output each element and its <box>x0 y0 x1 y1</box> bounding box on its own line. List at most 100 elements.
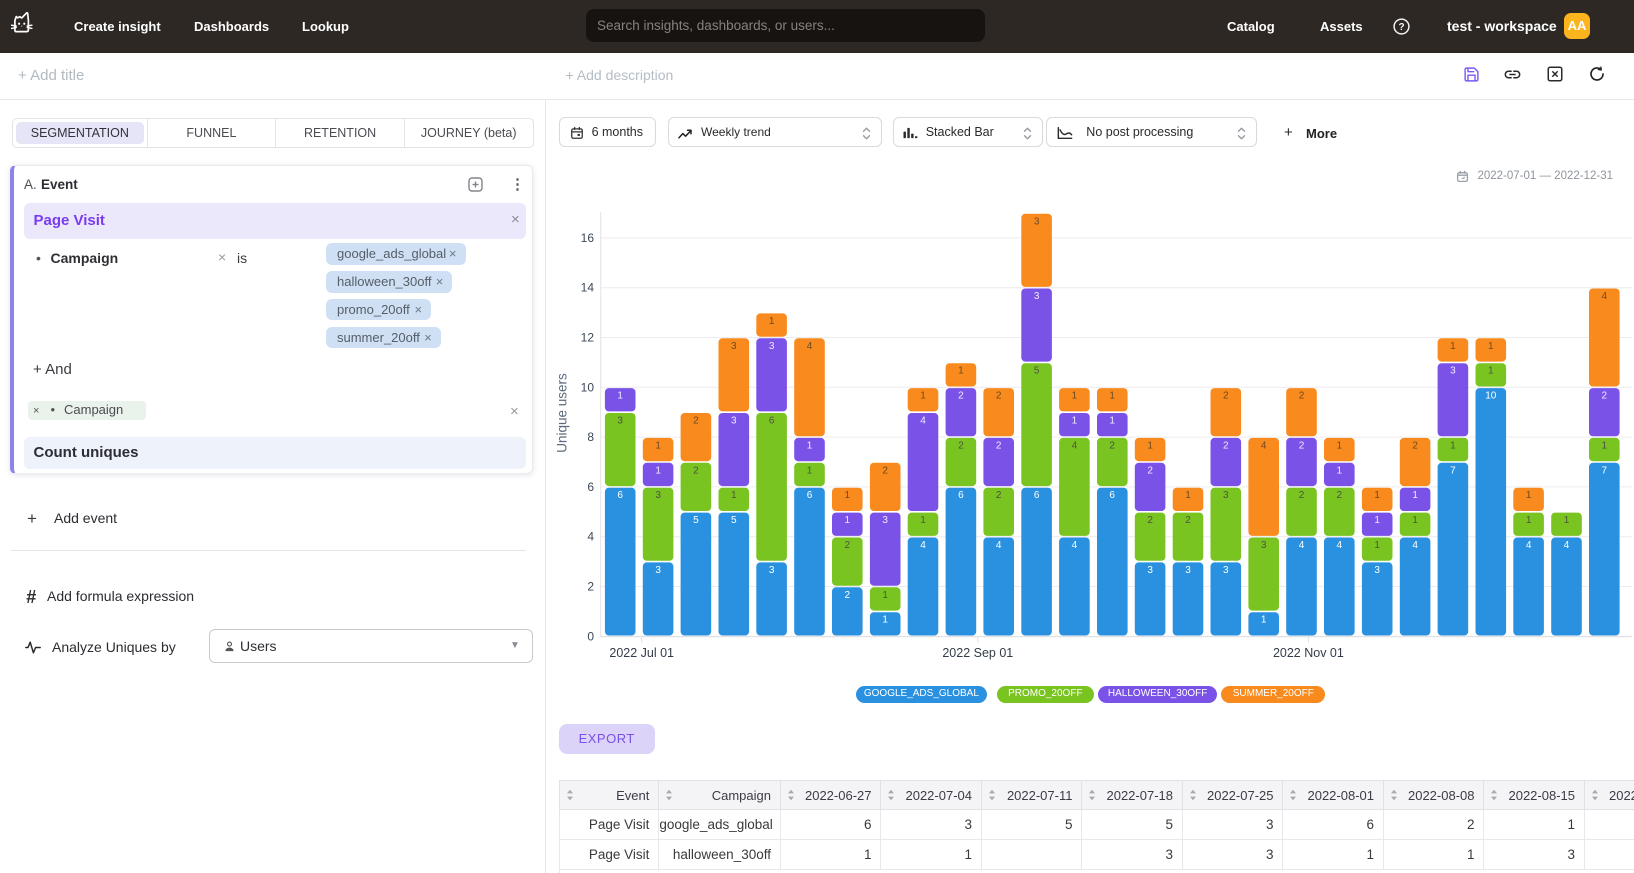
svg-text:1: 1 <box>1526 490 1532 501</box>
svg-text:1: 1 <box>1072 416 1078 427</box>
svg-text:1: 1 <box>1374 540 1380 551</box>
svg-text:10: 10 <box>581 380 595 394</box>
svg-text:6: 6 <box>587 480 594 494</box>
svg-text:?: ? <box>1398 22 1404 33</box>
svg-text:2: 2 <box>1299 440 1305 451</box>
svg-text:Unique users: Unique users <box>555 373 570 453</box>
svg-text:1: 1 <box>655 440 661 451</box>
svg-text:3: 3 <box>1034 291 1040 302</box>
svg-text:2: 2 <box>1337 490 1343 501</box>
svg-text:4: 4 <box>1072 440 1078 451</box>
svg-text:1: 1 <box>1185 490 1191 501</box>
svg-text:3: 3 <box>1223 490 1229 501</box>
svg-text:5: 5 <box>1034 366 1040 377</box>
svg-text:1: 1 <box>1337 465 1343 476</box>
svg-text:2: 2 <box>1602 391 1608 402</box>
svg-text:2: 2 <box>1412 440 1418 451</box>
svg-text:3: 3 <box>731 416 737 427</box>
svg-text:3: 3 <box>655 565 661 576</box>
svg-text:7: 7 <box>1450 465 1456 476</box>
svg-text:1: 1 <box>882 590 888 601</box>
svg-text:2: 2 <box>1223 440 1229 451</box>
svg-text:4: 4 <box>1072 540 1078 551</box>
svg-text:1: 1 <box>655 465 661 476</box>
svg-text:2: 2 <box>845 590 851 601</box>
svg-text:1: 1 <box>958 366 964 377</box>
svg-text:2: 2 <box>693 416 699 427</box>
svg-text:1: 1 <box>1450 440 1456 451</box>
svg-text:1: 1 <box>1526 515 1532 526</box>
svg-text:1: 1 <box>920 391 926 402</box>
svg-text:4: 4 <box>1564 540 1570 551</box>
svg-text:6: 6 <box>617 490 623 501</box>
svg-text:2: 2 <box>1109 440 1115 451</box>
svg-text:4: 4 <box>1299 540 1305 551</box>
svg-text:2: 2 <box>958 440 964 451</box>
svg-text:1: 1 <box>1564 515 1570 526</box>
svg-text:2022 Sep 01: 2022 Sep 01 <box>942 646 1013 660</box>
svg-text:3: 3 <box>1450 366 1456 377</box>
svg-text:1: 1 <box>1412 515 1418 526</box>
svg-text:6: 6 <box>769 416 775 427</box>
svg-text:1: 1 <box>1488 341 1494 352</box>
svg-text:1: 1 <box>882 615 888 626</box>
svg-text:2: 2 <box>996 440 1002 451</box>
svg-text:4: 4 <box>1602 291 1608 302</box>
svg-text:1: 1 <box>807 465 813 476</box>
svg-text:2: 2 <box>996 391 1002 402</box>
svg-text:16: 16 <box>581 231 595 245</box>
svg-text:3: 3 <box>1034 216 1040 227</box>
svg-text:4: 4 <box>807 341 813 352</box>
svg-text:2: 2 <box>1223 391 1229 402</box>
svg-text:4: 4 <box>920 416 926 427</box>
svg-text:1: 1 <box>617 391 623 402</box>
svg-text:1: 1 <box>1109 416 1115 427</box>
svg-text:4: 4 <box>587 530 594 544</box>
svg-text:1: 1 <box>1109 391 1115 402</box>
svg-text:3: 3 <box>1147 565 1153 576</box>
svg-text:2: 2 <box>958 391 964 402</box>
svg-text:1: 1 <box>1374 490 1380 501</box>
svg-text:14: 14 <box>581 281 595 295</box>
svg-text:4: 4 <box>1526 540 1532 551</box>
svg-text:10: 10 <box>1485 391 1497 402</box>
svg-text:2: 2 <box>882 465 888 476</box>
svg-text:2: 2 <box>1299 490 1305 501</box>
svg-text:2: 2 <box>587 580 594 594</box>
svg-text:1: 1 <box>845 515 851 526</box>
svg-text:1: 1 <box>1261 615 1267 626</box>
svg-text:6: 6 <box>1034 490 1040 501</box>
svg-text:2: 2 <box>1147 515 1153 526</box>
svg-text:3: 3 <box>1261 540 1267 551</box>
svg-text:1: 1 <box>845 490 851 501</box>
svg-text:1: 1 <box>769 316 775 327</box>
svg-text:3: 3 <box>1223 565 1229 576</box>
svg-text:12: 12 <box>581 331 595 345</box>
svg-text:3: 3 <box>655 490 661 501</box>
svg-text:0: 0 <box>587 629 594 643</box>
svg-text:1: 1 <box>1072 391 1078 402</box>
svg-text:4: 4 <box>1412 540 1418 551</box>
svg-text:3: 3 <box>1185 565 1191 576</box>
svg-text:1: 1 <box>1147 440 1153 451</box>
svg-text:5: 5 <box>731 515 737 526</box>
svg-text:1: 1 <box>731 490 737 501</box>
svg-text:1: 1 <box>1337 440 1343 451</box>
svg-text:3: 3 <box>731 341 737 352</box>
svg-text:2: 2 <box>1185 515 1191 526</box>
svg-text:3: 3 <box>617 416 623 427</box>
svg-text:2: 2 <box>693 465 699 476</box>
svg-text:2: 2 <box>1147 465 1153 476</box>
svg-text:6: 6 <box>1109 490 1115 501</box>
svg-text:1: 1 <box>807 440 813 451</box>
svg-text:6: 6 <box>958 490 964 501</box>
svg-text:1: 1 <box>920 515 926 526</box>
svg-text:4: 4 <box>996 540 1002 551</box>
svg-text:1: 1 <box>1602 440 1608 451</box>
svg-text:2022 Jul 01: 2022 Jul 01 <box>609 646 674 660</box>
svg-text:4: 4 <box>1261 440 1267 451</box>
svg-text:2: 2 <box>996 490 1002 501</box>
svg-text:2: 2 <box>845 540 851 551</box>
svg-text:4: 4 <box>920 540 926 551</box>
svg-text:2: 2 <box>1299 391 1305 402</box>
